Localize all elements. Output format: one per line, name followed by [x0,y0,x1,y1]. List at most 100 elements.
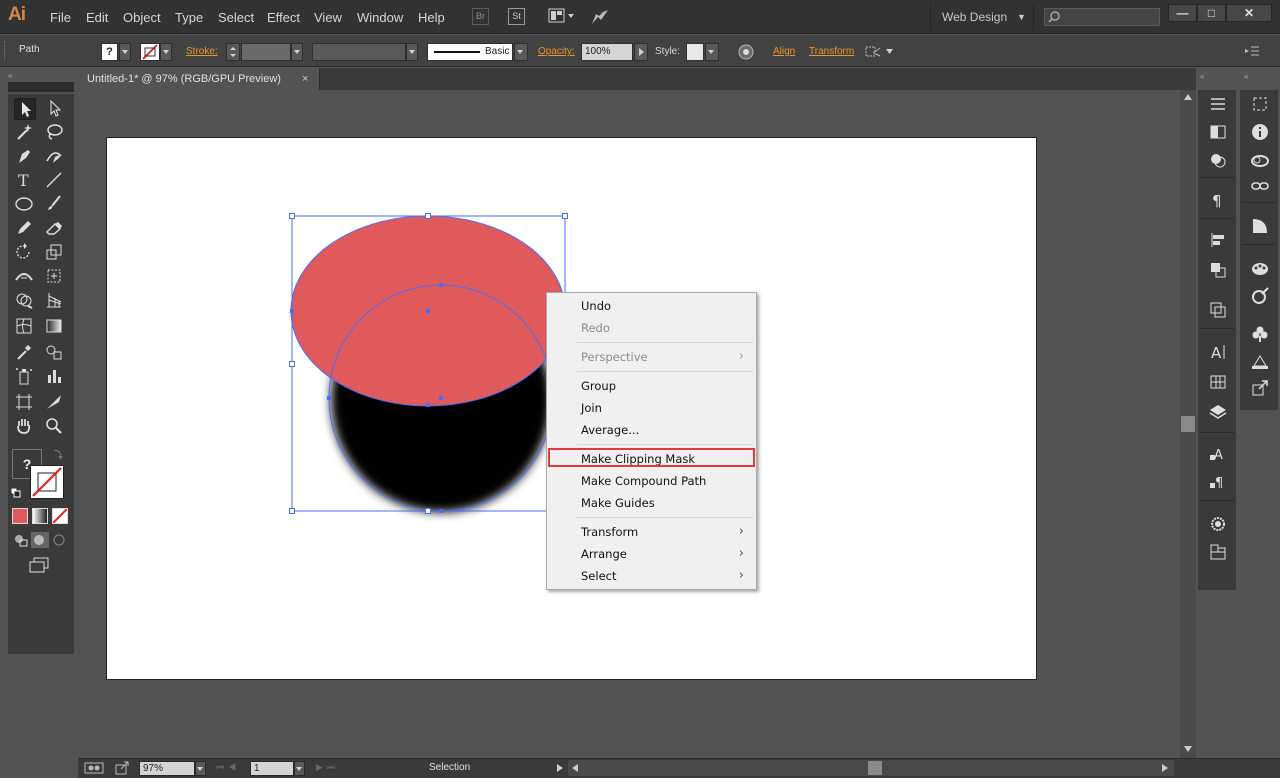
default-fill-stroke-icon[interactable] [11,488,21,498]
bridge-button[interactable]: Br [472,8,489,25]
collapse-arrows-icon[interactable]: « [8,71,20,80]
artboard-tool[interactable] [14,392,36,414]
screen-mode-icon[interactable] [28,556,50,574]
menu-object[interactable]: Object [123,10,161,25]
gradient-tool[interactable] [44,316,66,338]
stroke-weight-dropdown[interactable] [291,43,303,61]
ellipse-tool[interactable] [14,194,36,216]
ctx-undo[interactable]: Undo [547,295,756,317]
ctx-transform[interactable]: Transform › [547,521,756,543]
opacity-label[interactable]: Opacity: [538,46,575,57]
line-segment-tool[interactable] [44,170,66,192]
gpu-performance-icon[interactable] [590,8,610,26]
artboards-panel-icon[interactable] [1208,542,1228,562]
stock-button[interactable]: St [508,8,525,25]
links-icon[interactable] [1250,176,1270,196]
rotate-tool[interactable] [14,242,36,264]
close-tab-icon[interactable]: × [302,68,308,90]
scroll-right-icon[interactable] [1162,764,1168,772]
tools-panel-header[interactable] [8,82,74,92]
paintbrush-tool[interactable] [44,194,66,216]
graphic-style-dropdown[interactable] [705,43,719,61]
draw-behind-icon[interactable] [31,532,49,548]
info-icon[interactable] [1250,122,1270,142]
creative-cloud-libraries-icon[interactable] [1250,150,1270,170]
menu-type[interactable]: Type [175,10,203,25]
ctx-select[interactable]: Select › [547,565,756,587]
share-export-icon[interactable] [114,761,130,775]
selection-tool[interactable] [14,98,36,120]
maximize-button[interactable]: □ [1197,4,1226,22]
align-link[interactable]: Align [773,46,795,57]
slice-tool[interactable] [44,392,66,414]
swap-fill-stroke-icon[interactable]: ⤵ [54,448,64,460]
asset-export-icon[interactable] [1250,378,1270,398]
stroke-weight-stepper[interactable] [226,43,240,61]
glyphs-grid-icon[interactable] [1208,372,1228,392]
opacity-slider-button[interactable] [634,43,648,61]
free-transform-tool[interactable] [44,266,66,288]
recolor-artwork-icon[interactable] [737,43,755,61]
curvature-tool[interactable] [44,146,66,168]
menu-help[interactable]: Help [418,10,445,25]
layers-icon[interactable] [1208,402,1228,422]
document-tab[interactable]: Untitled-1* @ 97% (RGB/GPU Preview) × [78,68,320,90]
none-mode-button[interactable] [52,508,68,524]
horizontal-scrollbar[interactable] [568,760,1174,776]
color-mode-button[interactable] [12,508,28,524]
gradient-mode-button[interactable] [32,508,48,524]
ctx-join[interactable]: Join [547,397,756,419]
column-graph-tool[interactable] [44,366,66,388]
graphic-style-swatch[interactable] [686,43,704,61]
horizontal-scroll-thumb[interactable] [868,761,882,775]
variable-width-dropdown[interactable] [406,43,418,61]
brushes-icon[interactable] [1250,286,1270,306]
menu-view[interactable]: View [314,10,342,25]
ctx-arrange[interactable]: Arrange › [547,543,756,565]
panel-grip[interactable] [4,41,8,61]
variable-width-field[interactable] [312,43,406,61]
brush-definition-field[interactable]: Basic [427,43,513,61]
graphic-styles-icon[interactable] [1250,352,1270,372]
ctx-group[interactable]: Group [547,375,756,397]
draw-normal-icon[interactable] [12,532,30,548]
draw-inside-icon[interactable] [50,532,68,548]
color-palette-icon[interactable] [1250,258,1270,278]
align-panel-icon[interactable] [1208,230,1228,250]
mesh-tool[interactable] [14,316,36,338]
opacity-field[interactable]: 100% [581,43,633,61]
artboard-crop-icon[interactable] [1250,94,1270,114]
type-tool[interactable]: T [14,170,36,192]
perspective-grid-tool[interactable] [44,290,66,312]
scroll-up-icon[interactable] [1184,94,1192,100]
vertical-scrollbar[interactable] [1180,90,1196,758]
stroke-swatch[interactable] [140,43,160,61]
control-options-arrow-icon[interactable] [886,47,894,55]
brush-dropdown[interactable] [514,43,528,61]
paragraph-styles-icon[interactable]: ¶ [1208,472,1228,492]
arrange-documents-icon[interactable] [548,8,576,25]
expand-panels-icon-2[interactable]: « [1244,72,1256,81]
symbol-sprayer-tool[interactable] [14,366,36,388]
character-styles-icon[interactable]: A [1208,444,1228,464]
shape-builder-tool[interactable] [14,290,36,312]
status-menu-icon[interactable] [556,763,564,773]
expand-panels-icon[interactable]: « [1200,72,1212,81]
artboard-number-field[interactable]: 1 [250,761,294,776]
artboard-nav-next[interactable]: ▶⏭ [316,762,376,776]
transform-link[interactable]: Transform [809,46,854,57]
scroll-left-icon[interactable] [572,764,578,772]
menu-window[interactable]: Window [357,10,403,25]
width-tool[interactable] [14,266,36,288]
artboard-dropdown[interactable] [294,761,305,776]
color-guide-icon[interactable] [1208,514,1228,534]
scroll-down-icon[interactable] [1184,746,1192,752]
menu-file[interactable]: File [50,10,71,25]
search-input[interactable] [1044,8,1160,26]
pathfinder-icon[interactable] [1208,260,1228,280]
zoom-dropdown[interactable] [195,761,206,776]
menu-lines-icon[interactable] [1208,94,1228,114]
menu-effect[interactable]: Effect [267,10,300,25]
direct-selection-tool[interactable] [44,98,66,120]
lasso-tool[interactable] [44,122,66,144]
